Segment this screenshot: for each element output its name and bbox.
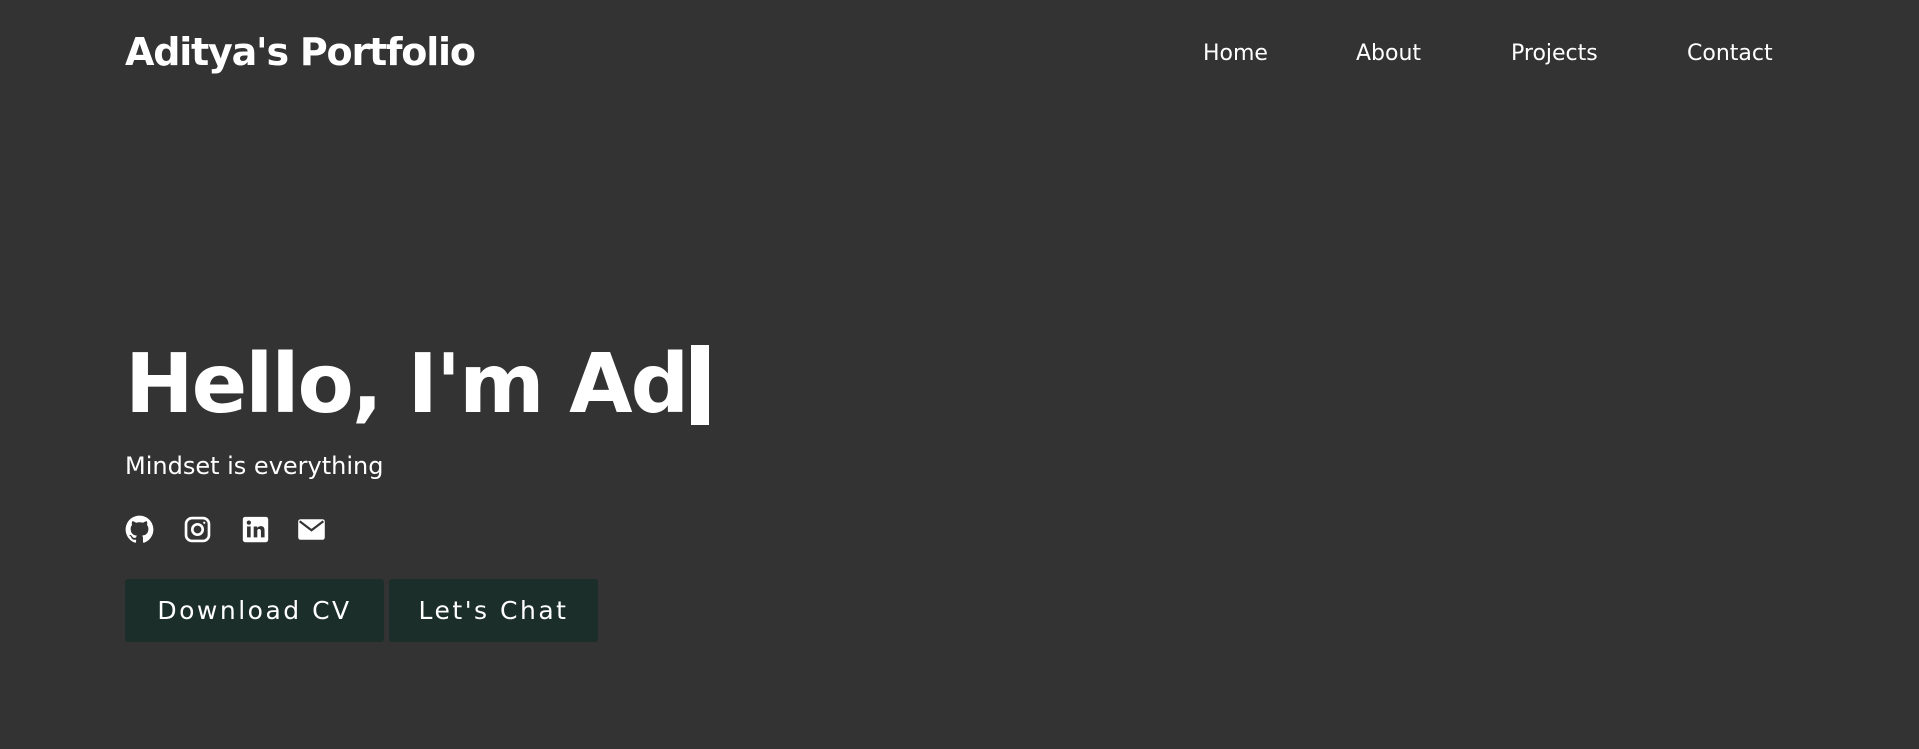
github-icon[interactable] — [125, 515, 154, 544]
lets-chat-button[interactable]: Let's Chat — [389, 579, 598, 642]
email-icon[interactable] — [297, 515, 326, 544]
nav-link-projects[interactable]: Projects — [1511, 40, 1598, 68]
linkedin-icon[interactable] — [241, 515, 270, 544]
nav-link-home[interactable]: Home — [1203, 40, 1268, 68]
hero-title: Hello, I'm Ad — [125, 335, 710, 435]
instagram-icon[interactable] — [183, 515, 212, 544]
hero-tagline: Mindset is everything — [125, 452, 384, 480]
typing-cursor — [691, 345, 710, 425]
hero-title-text: Hello, I'm Ad — [125, 337, 689, 432]
main-nav: Home About Projects Contact — [0, 40, 1919, 70]
download-cv-button[interactable]: Download CV — [125, 579, 384, 642]
nav-link-about[interactable]: About — [1356, 40, 1421, 68]
site-header: Aditya's Portfolio Home About Projects C… — [0, 0, 1919, 107]
nav-link-contact[interactable]: Contact — [1687, 40, 1773, 68]
